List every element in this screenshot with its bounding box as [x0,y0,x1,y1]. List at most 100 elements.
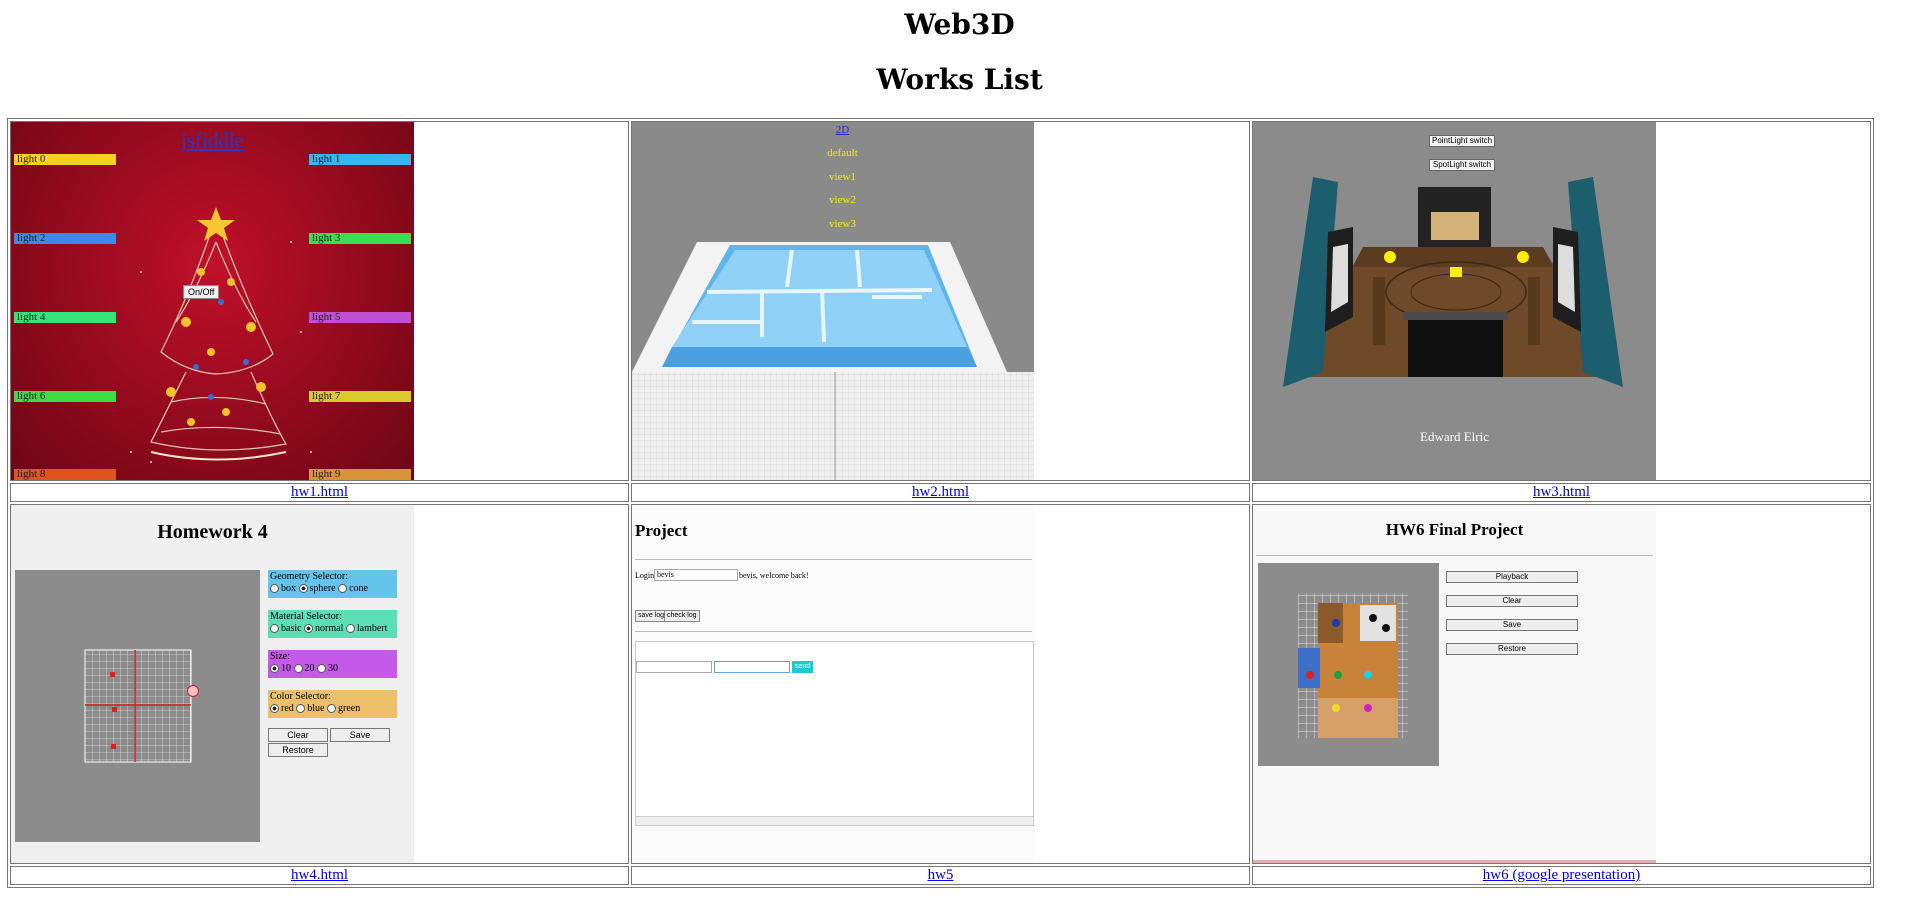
restore-button[interactable]: Restore [1446,643,1578,655]
hw2-preview-cell: 2D default view1 view2 view3 [631,121,1250,481]
light-9-bar[interactable]: light 9 [309,469,411,480]
hw3-link[interactable]: hw3.html [1533,484,1590,500]
hw6-link-cell: hw6 (google presentation) [1252,866,1871,885]
on-off-button[interactable]: On/Off [183,285,220,299]
color-selector: Color Selector: red blue green [268,690,397,718]
radio-icon[interactable] [293,664,303,674]
light-8-bar[interactable]: light 8 [14,469,116,480]
send-button[interactable]: send [792,661,814,673]
radio-icon[interactable] [270,584,279,594]
spotlight-switch-button[interactable]: SpotLight switch [1429,159,1495,171]
divider [635,631,1032,632]
hw4-link-cell: hw4.html [10,866,629,885]
hw2-screenshot: 2D default view1 view2 view3 [632,122,1034,480]
radio-icon[interactable] [327,704,336,714]
maze-3d-scene [632,242,1034,480]
hw6-screenshot: HW6 Final Project Playback Clear Save Re… [1253,505,1656,863]
radio-icon[interactable] [317,664,326,674]
hw3-screenshot: PointLight switch SpotLight switch Edwar… [1253,122,1656,480]
hw4-canvas[interactable] [15,570,260,842]
divider [1256,555,1653,556]
playback-button[interactable]: Playback [1446,571,1578,583]
gallery-room-scene [1283,177,1623,387]
light-7-bar[interactable]: light 7 [309,391,411,402]
pointlight-switch-button[interactable]: PointLight switch [1429,135,1495,147]
color-option-red[interactable]: red [281,703,294,714]
hw4-link[interactable]: hw4.html [291,867,348,883]
hw1-link[interactable]: hw1.html [291,484,348,500]
hw4-screenshot: Homework 4 Geometry Selector: box sphere… [11,505,414,863]
material-selector-label: Material Selector: [270,611,342,622]
hw2-link[interactable]: hw2.html [912,484,969,500]
clear-button[interactable]: Clear [1446,595,1578,607]
divider [635,559,1032,560]
hw5-link[interactable]: hw5 [928,867,954,883]
hw4-preview-cell: Homework 4 Geometry Selector: box sphere… [10,504,629,864]
geometry-selector-label: Geometry Selector: [270,571,349,582]
geometry-option-cone[interactable]: cone [349,583,368,594]
hw5-preview-cell: Project Login: bevis bevis, welcome back… [631,504,1250,864]
light-6-bar[interactable]: light 6 [14,391,116,402]
geometry-option-sphere[interactable]: sphere [310,583,336,594]
bottom-edge [1253,860,1656,863]
message-input-active[interactable] [714,661,790,673]
hw6-link[interactable]: hw6 (google presentation) [1483,867,1640,883]
check-log-button[interactable]: check log [664,610,700,622]
hw6-title: HW6 Final Project [1385,520,1524,539]
hw6-preview-cell: HW6 Final Project Playback Clear Save Re… [1252,504,1871,864]
material-option-normal[interactable]: normal [315,623,343,634]
hw5-screenshot: Project Login: bevis bevis, welcome back… [632,505,1035,863]
christmas-tree-graphic [130,207,312,463]
jsfiddle-link[interactable]: jsfiddle [11,128,414,153]
hw5-title: Project [635,521,688,540]
light-3-bar[interactable]: light 3 [309,233,411,244]
radio-icon[interactable] [270,624,279,634]
radio-icon[interactable] [338,584,348,594]
login-input[interactable]: bevis [654,569,738,581]
size-selector-label: Size: [270,651,290,662]
message-input[interactable] [636,661,712,673]
color-option-green[interactable]: green [338,703,360,714]
geometry-selector: Geometry Selector: box sphere cone [268,570,397,598]
light-1-bar[interactable]: light 1 [309,154,411,165]
radio-icon[interactable] [270,704,279,714]
light-0-bar[interactable]: light 0 [14,154,116,165]
save-button[interactable]: Save [330,728,390,742]
size-option-20[interactable]: 20 [305,663,315,674]
radio-icon[interactable] [270,664,279,674]
color-option-blue[interactable]: blue [307,703,324,714]
radio-icon[interactable] [298,584,308,594]
size-selector: Size: 10 20 30 [268,650,397,678]
material-option-lambert[interactable]: lambert [357,623,388,634]
hw1-preview-cell: jsfiddle light 0 light 1 light 2 light 3… [10,121,629,481]
clear-button[interactable]: Clear [268,728,328,742]
welcome-text: bevis, welcome back! [739,571,809,580]
material-selector: Material Selector: basic normal lambert [268,610,397,638]
material-option-basic[interactable]: basic [281,623,302,634]
grid-canvas-graphic [84,649,192,763]
hw1-link-cell: hw1.html [10,483,629,502]
selection-marker-icon [187,685,199,697]
radio-icon[interactable] [296,704,306,714]
restore-button[interactable]: Restore [268,743,328,757]
light-2-bar[interactable]: light 2 [14,233,116,244]
size-option-30[interactable]: 30 [328,663,338,674]
light-4-bar[interactable]: light 4 [14,312,116,323]
geometry-option-box[interactable]: box [281,583,296,594]
color-selector-label: Color Selector: [270,691,331,702]
save-button[interactable]: Save [1446,619,1578,631]
floorplan-canvas[interactable] [1258,563,1439,766]
hw5-link-cell: hw5 [631,866,1250,885]
horizontal-scrollbar[interactable] [635,816,1034,826]
radio-icon[interactable] [345,624,355,634]
hw3-link-cell: hw3.html [1252,483,1871,502]
radio-icon[interactable] [304,624,314,634]
page-title: Web3D [904,8,1015,41]
light-5-bar[interactable]: light 5 [309,312,411,323]
hw3-caption: Edward Elric [1420,429,1489,444]
floorplan-graphic [1298,593,1408,738]
hw4-title: Homework 4 [157,521,268,543]
hw3-preview-cell: PointLight switch SpotLight switch Edwar… [1252,121,1871,481]
size-option-10[interactable]: 10 [281,663,291,674]
save-log-button[interactable]: save log [635,610,668,622]
